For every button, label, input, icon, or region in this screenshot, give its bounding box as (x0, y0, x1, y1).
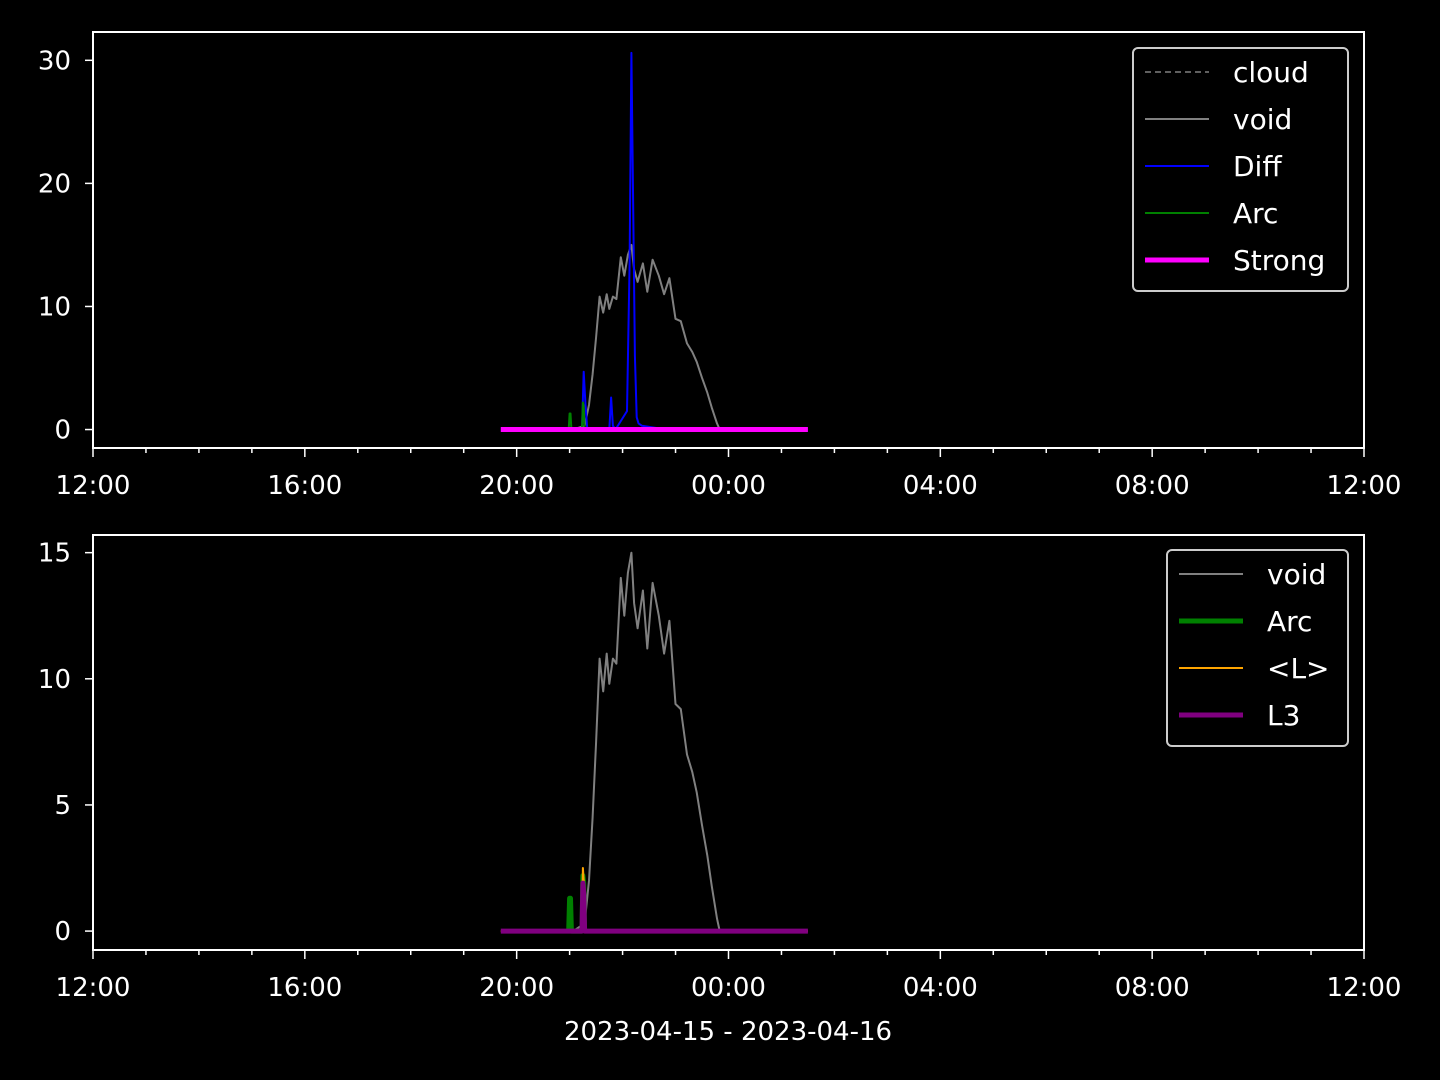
y-tick-label: 5 (54, 791, 71, 821)
legend-bottom: void Arc <L> L3 (1166, 549, 1349, 747)
x-tick-label: 08:00 (1115, 973, 1190, 1003)
x-tick-label: 16:00 (267, 471, 342, 501)
y-tick-label: 15 (38, 539, 71, 569)
x-axis-label: 2023-04-15 - 2023-04-16 (564, 1017, 892, 1047)
x-tick-label: 20:00 (479, 973, 554, 1003)
legend-label: Arc (1233, 197, 1278, 230)
y-tick-label: 30 (38, 46, 71, 76)
x-tick-label: 04:00 (903, 973, 978, 1003)
y-tick-label: 10 (38, 665, 71, 695)
y-tick-label: 0 (54, 416, 71, 446)
legend-label: <L> (1267, 652, 1330, 685)
y-tick-label: 10 (38, 292, 71, 322)
x-tick-label: 12:00 (56, 973, 131, 1003)
legend-label: L3 (1267, 699, 1300, 732)
legend-label: Arc (1267, 605, 1312, 638)
x-tick-label: 00:00 (691, 973, 766, 1003)
x-tick-label: 12:00 (1327, 471, 1402, 501)
legend-label: Diff (1233, 150, 1282, 183)
x-tick-label: 20:00 (479, 471, 554, 501)
y-tick-label: 20 (38, 169, 71, 199)
x-tick-label: 00:00 (691, 471, 766, 501)
legend-label: cloud (1233, 56, 1309, 89)
legend-label: Strong (1233, 244, 1325, 277)
x-tick-label: 04:00 (903, 471, 978, 501)
x-tick-label: 16:00 (267, 973, 342, 1003)
figure: 12:00 16:00 20:00 00:00 04:00 08:00 12:00 0 10 20… (0, 0, 1440, 1080)
legend-label: void (1233, 103, 1292, 136)
x-tick-label: 12:00 (1327, 973, 1402, 1003)
legend-label: void (1267, 558, 1326, 591)
x-tick-label: 08:00 (1115, 471, 1190, 501)
legend-top: cloud void Diff Arc Strong (1132, 47, 1349, 292)
y-tick-label: 0 (54, 917, 71, 947)
x-tick-label: 12:00 (56, 471, 131, 501)
